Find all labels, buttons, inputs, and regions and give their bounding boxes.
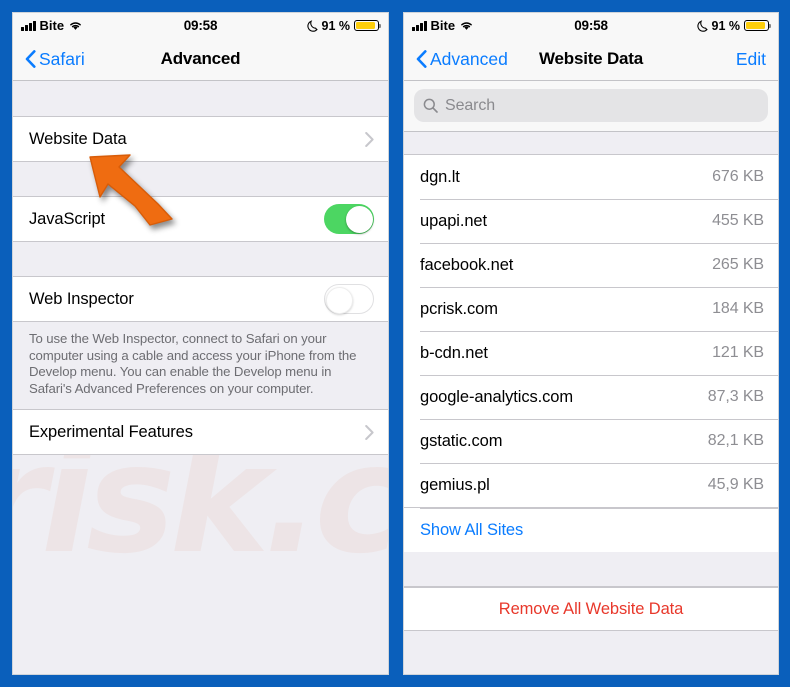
website-data-list: dgn.lt 676 KB upapi.net 455 KB facebook.net 2…: [404, 154, 778, 508]
section-gap: [13, 162, 388, 196]
table-row[interactable]: google-analytics.com 87,3 KB: [404, 375, 778, 419]
site-domain: gemius.pl: [420, 475, 490, 494]
row-javascript: JavaScript: [13, 197, 388, 241]
section-gap: [404, 132, 778, 154]
chevron-right-icon: [365, 424, 374, 440]
search-bar-container: Search: [404, 81, 778, 132]
table-row[interactable]: pcrisk.com 184 KB: [404, 287, 778, 331]
sidebar-item-website-data[interactable]: Website Data: [13, 117, 388, 161]
crescent-moon-icon: [306, 19, 318, 32]
battery-icon: [354, 19, 382, 32]
section-gap: [13, 242, 388, 276]
row-label: Experimental Features: [29, 422, 193, 441]
site-size: 121 KB: [712, 344, 764, 361]
status-bar: Bite 09:58 91 %: [404, 13, 778, 38]
left-phone-screen: pcrisk risk.com Bite 09:58: [12, 12, 389, 675]
chevron-left-icon: [25, 50, 36, 68]
nav-bar: Advanced Website Data Edit: [404, 38, 778, 81]
show-all-sites-container: Show All Sites: [404, 508, 778, 552]
site-domain: upapi.net: [420, 211, 487, 230]
battery-icon: [744, 19, 772, 32]
back-button[interactable]: Safari: [25, 49, 85, 70]
back-button-label: Safari: [39, 48, 85, 69]
javascript-toggle[interactable]: [324, 204, 374, 234]
crescent-moon-icon: [696, 19, 708, 32]
site-domain: google-analytics.com: [420, 387, 573, 406]
site-domain: b-cdn.net: [420, 343, 488, 362]
site-size: 87,3 KB: [707, 388, 764, 405]
nav-bar: Safari Advanced: [13, 38, 388, 81]
search-icon: [423, 98, 438, 113]
web-inspector-footnote: To use the Web Inspector, connect to Saf…: [13, 322, 388, 409]
experimental-features-section: Experimental Features: [13, 409, 388, 455]
sidebar-item-experimental-features[interactable]: Experimental Features: [13, 410, 388, 454]
web-inspector-section: Web Inspector: [13, 276, 388, 322]
table-row[interactable]: upapi.net 455 KB: [404, 199, 778, 243]
show-all-sites-button[interactable]: Show All Sites: [404, 508, 778, 552]
site-domain: facebook.net: [420, 255, 514, 274]
search-placeholder: Search: [445, 96, 496, 114]
remove-all-website-data-button[interactable]: Remove All Website Data: [404, 587, 778, 631]
section-gap: [404, 552, 778, 587]
site-size: 45,9 KB: [707, 476, 764, 493]
status-bar: Bite 09:58 91 %: [13, 13, 388, 38]
status-bar-right: 91 %: [696, 18, 772, 33]
status-bar-right: 91 %: [306, 18, 382, 33]
battery-percent-label: 91 %: [321, 18, 351, 33]
site-domain: gstatic.com: [420, 431, 503, 450]
table-row[interactable]: gemius.pl 45,9 KB: [404, 463, 778, 507]
site-size: 455 KB: [712, 212, 764, 229]
section-gap: [13, 81, 388, 116]
row-label: Website Data: [29, 129, 127, 148]
battery-percent-label: 91 %: [711, 18, 741, 33]
back-button[interactable]: Advanced: [416, 49, 508, 70]
web-inspector-toggle[interactable]: [324, 284, 374, 314]
right-phone-screen: pcrisk risk.com Bite 09:58: [403, 12, 779, 675]
table-row[interactable]: gstatic.com 82,1 KB: [404, 419, 778, 463]
site-domain: pcrisk.com: [420, 299, 498, 318]
chevron-left-icon: [416, 50, 427, 68]
row-label: JavaScript: [29, 209, 106, 228]
site-size: 184 KB: [712, 300, 764, 317]
javascript-section: JavaScript: [13, 196, 388, 242]
back-button-label: Advanced: [430, 48, 508, 69]
chevron-right-icon: [365, 131, 374, 147]
site-domain: dgn.lt: [420, 167, 460, 186]
table-row[interactable]: facebook.net 265 KB: [404, 243, 778, 287]
search-input[interactable]: Search: [414, 89, 768, 122]
website-data-section: Website Data: [13, 116, 388, 162]
bottom-gap: [404, 631, 778, 674]
site-size: 265 KB: [712, 256, 764, 273]
row-web-inspector: Web Inspector: [13, 277, 388, 321]
edit-button[interactable]: Edit: [736, 49, 766, 70]
row-label: Web Inspector: [29, 289, 134, 308]
table-row[interactable]: dgn.lt 676 KB: [404, 155, 778, 199]
site-size: 676 KB: [712, 168, 764, 185]
site-size: 82,1 KB: [707, 432, 764, 449]
table-row[interactable]: b-cdn.net 121 KB: [404, 331, 778, 375]
screenshot-stage: pcrisk risk.com Bite 09:58: [0, 0, 790, 687]
